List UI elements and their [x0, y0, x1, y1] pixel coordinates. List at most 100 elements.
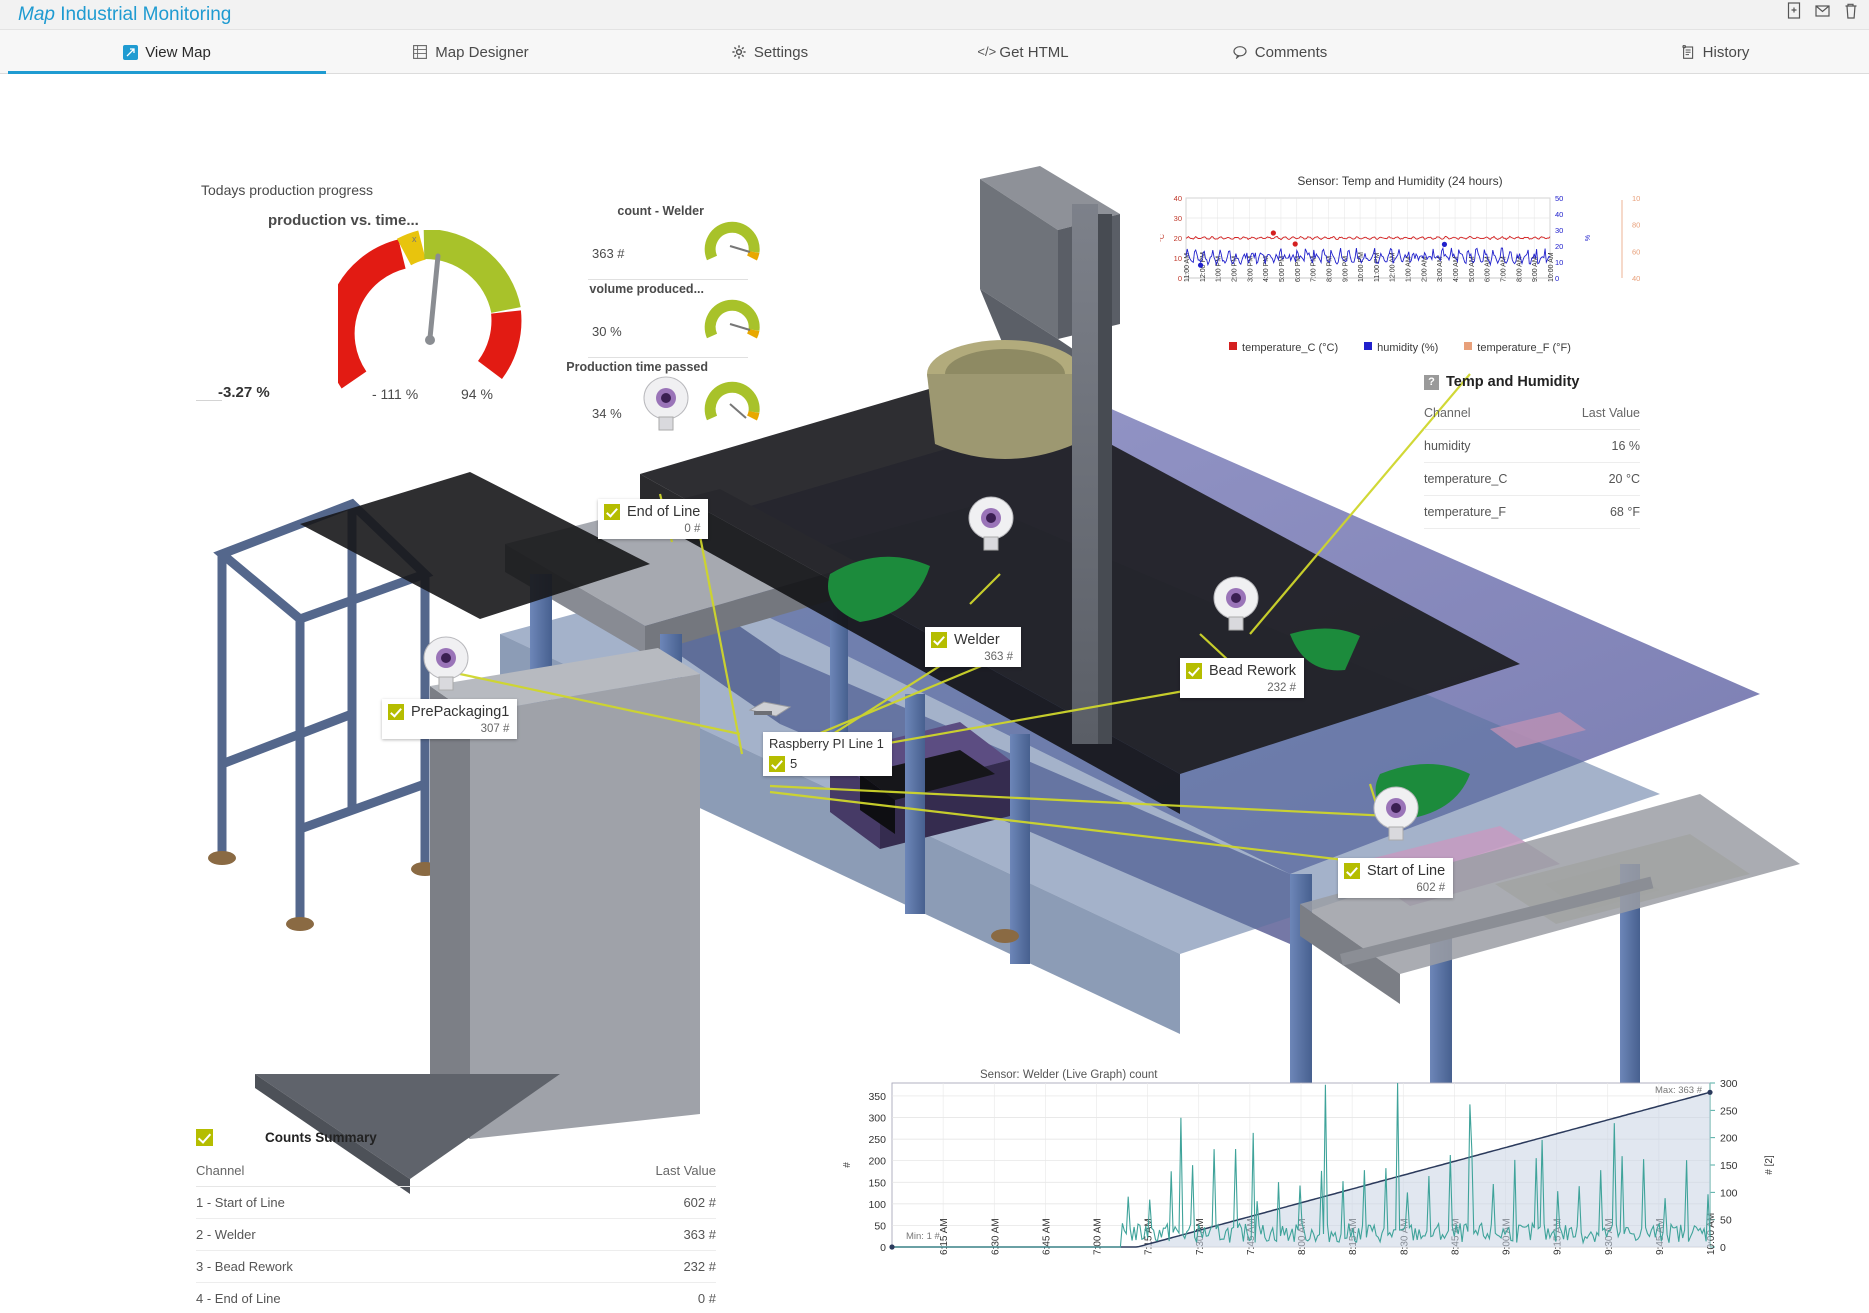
mini-gauge-value: 34 %	[592, 406, 622, 421]
tab-view-map[interactable]: View Map	[8, 30, 326, 74]
tab-bar: View Map Map Designer Settings </> Get H…	[0, 30, 1869, 74]
temp-humidity-plot: 01020304001020304050406080100°C%°F11:00 …	[1160, 190, 1640, 335]
mini-gauge-dial	[704, 376, 766, 424]
mail-icon[interactable]	[1815, 2, 1831, 20]
temp-humidity-channels: Channel Last Value humidity16 % temperat…	[1424, 404, 1640, 529]
svg-text:30: 30	[1555, 226, 1563, 235]
main-gauge-min: - 111 %	[372, 386, 418, 402]
counts-summary-panel: Counts Summary Channel Last Value 1 - St…	[196, 1129, 716, 1313]
svg-text:20: 20	[1555, 242, 1563, 251]
mini-gauge-value: 30 %	[592, 324, 622, 339]
svg-text:3:00 PM: 3:00 PM	[1247, 256, 1254, 282]
svg-text:#: #	[842, 1162, 853, 1168]
map-pin-prepackaging1[interactable]: PrePackaging1 307 #	[382, 699, 517, 739]
pin-header: Bead Rework	[1186, 663, 1296, 679]
svg-text:2:00 PM: 2:00 PM	[1231, 256, 1238, 282]
industrial-monitoring-page: Map Industrial Monitoring View Map	[0, 0, 1869, 1313]
svg-text:50: 50	[874, 1220, 886, 1232]
svg-text:50: 50	[1555, 194, 1563, 203]
pin-value: 602 #	[1344, 882, 1445, 894]
comment-icon	[1233, 45, 1248, 60]
tab-comments-label: Comments	[1255, 44, 1328, 61]
tab-map-designer[interactable]: Map Designer	[326, 30, 616, 74]
svg-text:11:00 AM: 11:00 AM	[1184, 253, 1191, 282]
mini-gauge-volume-produced: volume produced... 30 %	[588, 280, 748, 358]
gauge-block-title: Todays production progress	[201, 182, 373, 198]
help-badge-icon[interactable]: ?	[1424, 375, 1439, 390]
svg-text:300: 300	[868, 1113, 886, 1125]
pin-value-row: 5	[769, 756, 884, 772]
channel-value: 232 #	[524, 1251, 716, 1283]
svg-text:0: 0	[880, 1242, 886, 1254]
pin-label: Raspberry PI Line 1	[769, 737, 884, 752]
svg-text:30: 30	[1174, 214, 1182, 223]
table-row[interactable]: 3 - Bead Rework232 #	[196, 1251, 716, 1283]
map-pin-raspberry-pi-line-1[interactable]: Raspberry PI Line 1 5	[763, 732, 892, 776]
svg-text:6:45 AM: 6:45 AM	[1041, 1218, 1052, 1255]
production-vs-time-gauge: x	[338, 230, 534, 400]
table-row[interactable]: temperature_F68 °F	[1424, 496, 1640, 529]
main-gauge-max: 94 %	[461, 386, 493, 402]
counts-summary-table: Channel Last Value 1 - Start of Line602 …	[196, 1159, 716, 1313]
svg-text:6:15 AM: 6:15 AM	[939, 1218, 950, 1255]
view-map-icon	[123, 45, 138, 60]
channel-name: 3 - Bead Rework	[196, 1251, 524, 1283]
temp-humidity-table-title: Temp and Humidity	[1446, 374, 1579, 390]
svg-text:0: 0	[1178, 274, 1182, 283]
pin-label: End of Line	[627, 504, 700, 520]
svg-text:40: 40	[1555, 210, 1563, 219]
gauge-tick-mark: x	[412, 234, 417, 244]
temp-humidity-legend: temperature_C (°C) humidity (%) temperat…	[1160, 342, 1640, 354]
legend-humidity: humidity (%)	[1364, 342, 1438, 354]
map-pin-end-of-line[interactable]: End of Line 0 #	[598, 499, 708, 539]
map-pin-bead-rework[interactable]: Bead Rework 232 #	[1180, 658, 1304, 698]
channel-name: humidity	[1424, 430, 1576, 463]
svg-text:5:00 PM: 5:00 PM	[1279, 256, 1286, 282]
svg-text:7:00 AM: 7:00 AM	[1093, 1218, 1104, 1255]
table-header-row: Channel Last Value	[1424, 404, 1640, 430]
page-title-prefix: Map	[18, 4, 55, 25]
map-pin-start-of-line[interactable]: Start of Line 602 #	[1338, 858, 1453, 898]
table-row[interactable]: 2 - Welder363 #	[196, 1219, 716, 1251]
map-canvas[interactable]: Todays production progress production vs…	[0, 74, 1869, 1313]
svg-text:200: 200	[868, 1156, 886, 1168]
channel-value: 68 °F	[1576, 496, 1640, 529]
svg-text:Max: 363 #: Max: 363 #	[1655, 1085, 1703, 1096]
title-bar-actions	[1787, 2, 1859, 20]
add-page-icon[interactable]	[1787, 2, 1803, 20]
svg-text:Min: 1 #: Min: 1 #	[906, 1231, 941, 1242]
table-row[interactable]: 1 - Start of Line602 #	[196, 1187, 716, 1219]
mini-gauge-dial	[704, 294, 766, 342]
svg-text:2:00 AM: 2:00 AM	[1421, 256, 1428, 282]
welder-chart-title: Sensor: Welder (Live Graph) count	[980, 1069, 1157, 1081]
pin-value: 307 #	[388, 723, 509, 735]
svg-text:12:00 AM: 12:00 AM	[1390, 252, 1397, 282]
svg-text:°C: °C	[1160, 234, 1166, 242]
table-row[interactable]: humidity16 %	[1424, 430, 1640, 463]
svg-text:300: 300	[1720, 1078, 1738, 1090]
table-row[interactable]: temperature_C20 °C	[1424, 463, 1640, 496]
legend-temperature-c: temperature_C (°C)	[1229, 342, 1338, 354]
page-title: Map Industrial Monitoring	[18, 4, 231, 26]
tab-get-html[interactable]: </> Get HTML	[918, 30, 1128, 74]
svg-text:10: 10	[1174, 254, 1182, 263]
tab-settings[interactable]: Settings	[650, 30, 890, 74]
mini-gauge-value: 363 #	[592, 246, 625, 261]
tab-history[interactable]: History	[1600, 30, 1830, 74]
svg-text:20: 20	[1174, 234, 1182, 243]
pin-value: 232 #	[1186, 682, 1296, 694]
status-check-icon	[1344, 863, 1360, 879]
camera-icon-start-of-line	[1370, 784, 1422, 842]
pin-header: Welder	[931, 632, 1013, 648]
status-check-icon	[196, 1129, 213, 1146]
channel-name: temperature_C	[1424, 463, 1576, 496]
status-check-icon	[1186, 663, 1202, 679]
mini-gauge-label: Production time passed	[566, 360, 708, 374]
pin-label: PrePackaging1	[411, 704, 509, 720]
map-pin-welder[interactable]: Welder 363 #	[925, 627, 1021, 667]
table-row[interactable]: 4 - End of Line0 #	[196, 1283, 716, 1313]
tab-comments[interactable]: Comments	[1150, 30, 1410, 74]
pin-label: Welder	[954, 632, 1000, 648]
history-icon	[1681, 45, 1696, 60]
trash-icon[interactable]	[1843, 2, 1859, 20]
